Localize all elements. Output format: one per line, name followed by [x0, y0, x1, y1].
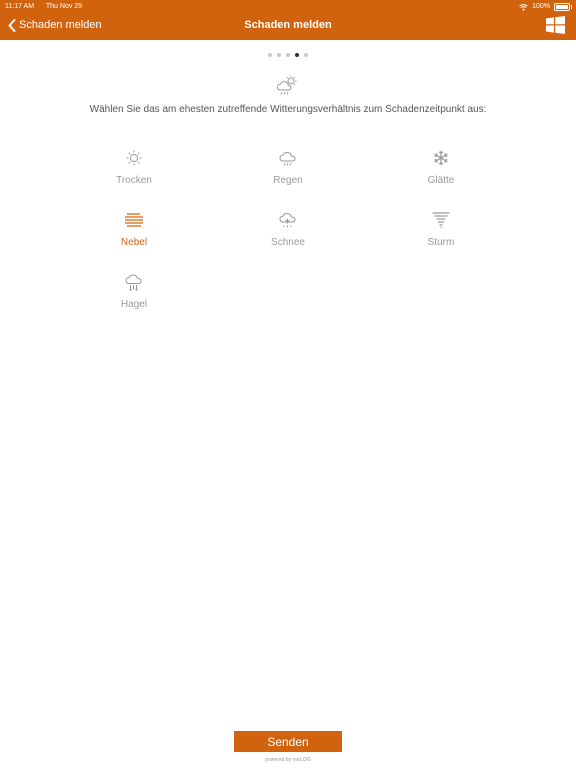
page-dot[interactable]: [304, 53, 308, 57]
status-time: 11:17 AM: [5, 3, 35, 10]
weather-cloud-sun-icon: [276, 75, 297, 95]
windows-logo-icon[interactable]: [546, 16, 565, 34]
option-regen[interactable]: Regen: [228, 149, 348, 199]
snowflake-icon: [434, 150, 448, 166]
page-dot[interactable]: [286, 53, 290, 57]
option-trocken[interactable]: Trocken: [74, 149, 194, 199]
option-nebel[interactable]: Nebel: [74, 211, 194, 261]
snow-cloud-icon: [279, 212, 296, 228]
option-label: Trocken: [116, 175, 152, 186]
send-button[interactable]: Senden: [234, 731, 342, 752]
page-indicator: [0, 53, 576, 57]
battery-percent: 100%: [532, 3, 550, 10]
wifi-icon: [519, 3, 528, 11]
option-glaette[interactable]: Glätte: [381, 149, 501, 199]
option-label: Nebel: [120, 237, 148, 248]
page-dot[interactable]: [268, 53, 272, 57]
rain-icon: [279, 151, 296, 166]
option-label: Hagel: [120, 299, 148, 310]
page-title: Schaden melden: [244, 19, 332, 31]
page-dot[interactable]: [277, 53, 281, 57]
option-label: Schnee: [271, 237, 305, 248]
status-date: Thu Nov 29: [45, 3, 83, 10]
page-dot[interactable]: [295, 53, 299, 57]
option-label: Regen: [273, 175, 303, 186]
battery-icon: [554, 3, 572, 11]
option-sturm[interactable]: Sturm: [381, 211, 501, 261]
option-schnee[interactable]: Schnee: [228, 211, 348, 261]
hail-icon: [125, 274, 142, 291]
sun-icon: [126, 150, 142, 166]
tornado-icon: [432, 212, 450, 229]
powered-by-text: powered by micLOG: [265, 757, 311, 763]
status-bar: 11:17 AM Thu Nov 29 100%: [5, 2, 572, 12]
instruction-text: Wählen Sie das am ehesten zutreffende Wi…: [89, 104, 487, 115]
navigation-bar: 11:17 AM Thu Nov 29 100% Schaden melden …: [0, 0, 576, 40]
fog-icon: [125, 213, 143, 227]
option-label: Sturm: [427, 237, 455, 248]
option-label: Glätte: [427, 175, 455, 186]
option-hagel[interactable]: Hagel: [74, 273, 194, 323]
